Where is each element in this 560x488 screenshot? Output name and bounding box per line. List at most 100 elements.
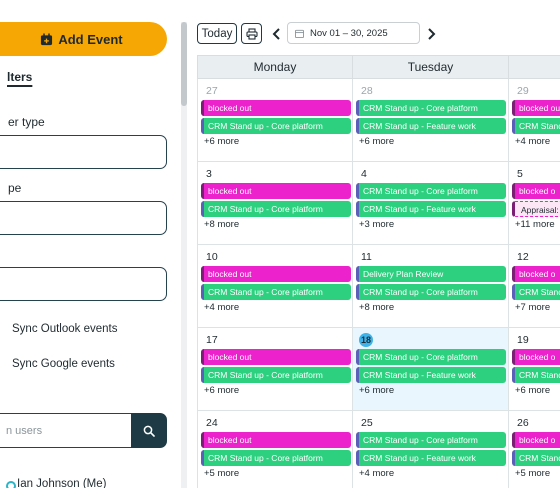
day-number: 25 xyxy=(361,417,373,429)
calendar-event[interactable]: CRM Stand up - Core platform xyxy=(201,367,351,383)
day-cell[interactable]: 5 blocked o Appraisal: +11 more xyxy=(509,162,560,245)
more-events-link[interactable]: +6 more xyxy=(515,385,550,396)
calendar-event[interactable]: blocked out xyxy=(201,183,351,199)
chevron-left-icon xyxy=(272,27,280,40)
calendar-event[interactable]: blocked out xyxy=(201,432,351,448)
calendar-event[interactable]: Delivery Plan Review xyxy=(356,266,506,282)
calendar-event[interactable]: Appraisal: xyxy=(512,201,560,217)
more-events-link[interactable]: +4 more xyxy=(515,136,550,147)
calendar-event[interactable]: CRM Stand up - Core platform xyxy=(356,100,506,116)
calendar-plus-icon xyxy=(41,32,53,45)
more-events-link[interactable]: +8 more xyxy=(204,219,239,230)
calendar-event[interactable]: CRM Stand xyxy=(512,284,560,300)
more-events-link[interactable]: +7 more xyxy=(515,302,550,313)
more-events-link[interactable]: +3 more xyxy=(359,219,394,230)
calendar-event[interactable]: CRM Stand up - Feature work xyxy=(356,118,506,134)
user-name: Ian Johnson (Me) xyxy=(17,478,107,488)
today-button[interactable]: Today xyxy=(197,23,237,44)
day-cell[interactable]: 12 blocked o CRM Stand +7 more xyxy=(509,245,560,328)
user-search-input[interactable] xyxy=(0,413,132,448)
previous-month-button[interactable] xyxy=(268,24,284,43)
calendar-event[interactable]: blocked o xyxy=(512,432,560,448)
more-events-link[interactable]: +4 more xyxy=(359,468,394,479)
calendar-event[interactable]: CRM Stand up - Core platform xyxy=(356,183,506,199)
day-number: 11 xyxy=(361,251,372,263)
chevron-right-icon xyxy=(427,27,435,40)
sync-outlook-toggle[interactable]: Sync Outlook events xyxy=(12,323,117,335)
owner-type-select[interactable] xyxy=(0,135,167,169)
filters-title: lters xyxy=(7,70,33,84)
more-events-link[interactable]: +6 more xyxy=(359,136,394,147)
calendar-event[interactable]: blocked out xyxy=(201,266,351,282)
filters-sidebar: Add Event lters er type pe Sync Outlook … xyxy=(0,0,180,488)
user-search-button[interactable] xyxy=(131,413,167,448)
calendar-event[interactable]: CRM Stand up - Core platform xyxy=(356,284,506,300)
search-icon xyxy=(143,425,155,437)
calendar-weeks: 27 blocked out CRM Stand up - Core platfor… xyxy=(197,79,560,488)
day-cell[interactable]: 25 CRM Stand up - Core platform CRM Stand … xyxy=(353,411,509,488)
calendar-event[interactable]: blocked o xyxy=(512,349,560,365)
calendar-event[interactable]: CRM Stand up - Core platform xyxy=(201,201,351,217)
user-checkbox[interactable] xyxy=(6,481,16,488)
day-number: 29 xyxy=(517,85,529,97)
add-event-button[interactable]: Add Event xyxy=(0,22,167,56)
calendar-event[interactable]: CRM Stand up - Core platform xyxy=(356,349,506,365)
print-button[interactable] xyxy=(241,23,262,44)
day-cell[interactable]: 10 blocked out CRM Stand up - Core platfor… xyxy=(197,245,353,328)
day-cell[interactable]: 28 CRM Stand up - Core platform CRM Stand … xyxy=(353,79,509,162)
day-cell[interactable]: 27 blocked out CRM Stand up - Core platfor… xyxy=(197,79,353,162)
more-events-link[interactable]: +4 more xyxy=(204,302,239,313)
more-events-link[interactable]: +6 more xyxy=(204,385,239,396)
day-cell[interactable]: 19 blocked o CRM Stand +6 more xyxy=(509,328,560,411)
next-month-button[interactable] xyxy=(423,24,439,43)
day-number: 26 xyxy=(517,417,529,429)
calendar-event[interactable]: CRM Stand up - Feature work xyxy=(356,201,506,217)
more-events-link[interactable]: +11 more xyxy=(515,219,555,230)
more-events-link[interactable]: +5 more xyxy=(204,468,239,479)
event-type-label: pe xyxy=(8,181,22,195)
more-events-link[interactable]: +6 more xyxy=(359,385,394,396)
more-events-link[interactable]: +8 more xyxy=(359,302,394,313)
calendar-week-row: 27 blocked out CRM Stand up - Core platfor… xyxy=(197,79,560,162)
day-header-monday: Monday xyxy=(197,55,353,79)
day-cell[interactable]: 4 CRM Stand up - Core platform CRM Stand u… xyxy=(353,162,509,245)
day-cell[interactable]: 17 blocked out CRM Stand up - Core platfor… xyxy=(197,328,353,411)
day-cell[interactable]: 11 Delivery Plan Review CRM Stand up - Cor… xyxy=(353,245,509,328)
filter-select[interactable] xyxy=(0,267,167,301)
calendar-event[interactable]: CRM Stand up - Feature work xyxy=(356,367,506,383)
sidebar-scrollbar-thumb[interactable] xyxy=(181,22,187,106)
calendar-week-row: 17 blocked out CRM Stand up - Core platfor… xyxy=(197,328,560,411)
day-cell[interactable]: 24 blocked out CRM Stand up - Core platfor… xyxy=(197,411,353,488)
calendar-week-row: 3 blocked out CRM Stand up - Core platform… xyxy=(197,162,560,245)
day-cell[interactable]: 26 blocked o CRM Stand +5 more xyxy=(509,411,560,488)
calendar-event[interactable]: CRM Stand up - Feature work xyxy=(356,450,506,466)
day-cell[interactable]: 3 blocked out CRM Stand up - Core platform… xyxy=(197,162,353,245)
sync-google-toggle[interactable]: Sync Google events xyxy=(12,358,115,370)
day-number: 27 xyxy=(206,85,218,97)
calendar-event[interactable]: blocked out xyxy=(512,100,560,116)
date-range-picker[interactable]: Nov 01 – 30, 2025 xyxy=(287,22,420,44)
add-event-label: Add Event xyxy=(58,31,123,47)
more-events-link[interactable]: +6 more xyxy=(204,136,239,147)
day-cell-today[interactable]: 18 CRM Stand up - Core platform CRM Stand … xyxy=(353,328,509,411)
calendar-event[interactable]: CRM Stand up - Core platform xyxy=(201,284,351,300)
day-number: 4 xyxy=(361,168,367,180)
event-type-select[interactable] xyxy=(0,201,167,235)
calendar-event[interactable]: CRM Stand xyxy=(512,118,560,134)
more-events-link[interactable]: +5 more xyxy=(515,468,550,479)
calendar-event[interactable]: CRM Stand up - Core platform xyxy=(356,432,506,448)
calendar-event[interactable]: CRM Stand up - Core platform xyxy=(201,450,351,466)
calendar-event[interactable]: blocked o xyxy=(512,266,560,282)
calendar-event[interactable]: CRM Stand xyxy=(512,367,560,383)
day-cell[interactable]: 29 blocked out CRM Stand +4 more xyxy=(509,79,560,162)
calendar-event[interactable]: CRM Stand xyxy=(512,450,560,466)
calendar-week-row: 24 blocked out CRM Stand up - Core platfor… xyxy=(197,411,560,488)
day-number: 3 xyxy=(206,168,212,180)
calendar-event[interactable]: CRM Stand up - Core platform xyxy=(201,118,351,134)
calendar-week-row: 10 blocked out CRM Stand up - Core platfor… xyxy=(197,245,560,328)
date-range-text: Nov 01 – 30, 2025 xyxy=(310,27,388,39)
calendar-event[interactable]: blocked out xyxy=(201,349,351,365)
month-calendar: Monday Tuesday W 27 blocked out CRM Stand … xyxy=(197,55,560,488)
calendar-event[interactable]: blocked o xyxy=(512,183,560,199)
calendar-event[interactable]: blocked out xyxy=(201,100,351,116)
